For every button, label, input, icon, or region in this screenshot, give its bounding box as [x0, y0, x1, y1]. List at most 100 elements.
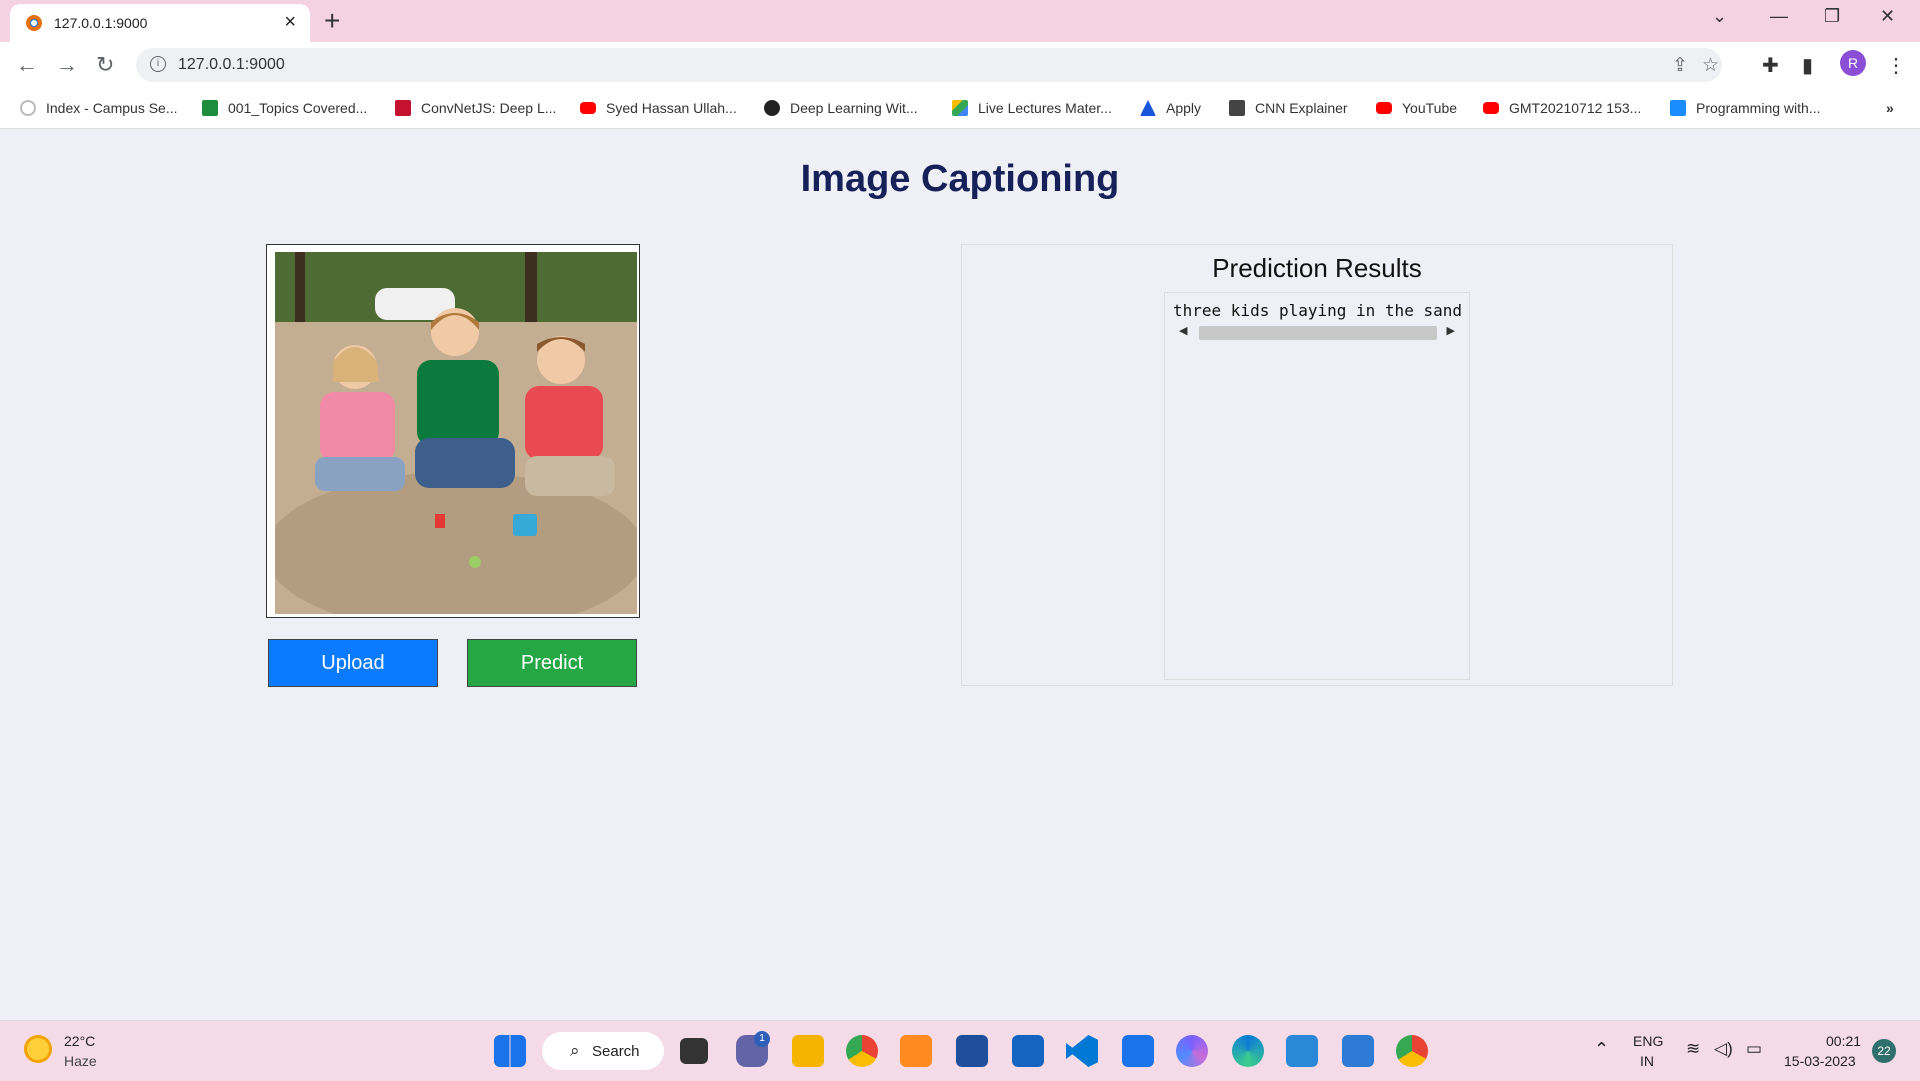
bookmark-item[interactable]: Live Lectures Mater... — [952, 100, 1112, 116]
tab-search-icon[interactable]: ⌄ — [1712, 6, 1727, 27]
window-close-icon[interactable]: ✕ — [1880, 6, 1895, 27]
file-explorer-icon[interactable] — [792, 1035, 824, 1067]
bookmark-item[interactable]: GMT20210712 153... — [1483, 100, 1641, 116]
bookmark-label: CNN Explainer — [1255, 100, 1348, 116]
chat-badge: 1 — [754, 1031, 770, 1047]
tab-close-icon[interactable]: × — [284, 11, 296, 34]
search-label: Search — [592, 1043, 640, 1060]
vscode-icon[interactable] — [1066, 1035, 1098, 1067]
convnet-icon — [395, 100, 411, 116]
campus-icon — [20, 100, 36, 116]
photos-icon[interactable] — [1286, 1035, 1318, 1067]
start-icon[interactable] — [494, 1035, 526, 1067]
weather-temperature[interactable]: 22°C — [64, 1033, 95, 1049]
result-output-box[interactable]: three kids playing in the sand ◀ ▶ — [1164, 292, 1470, 680]
region[interactable]: IN — [1640, 1053, 1654, 1069]
notification-badge[interactable]: 22 — [1872, 1039, 1896, 1063]
youtube-icon — [1376, 102, 1392, 114]
browser-toolbar: ← → ↻ i 127.0.0.1:9000 ⇪ ☆ ✚ ▮ ⋮ — [0, 42, 1920, 90]
results-heading: Prediction Results — [1212, 253, 1422, 283]
bookmark-item[interactable]: 001_Topics Covered... — [202, 100, 367, 116]
bookmark-item[interactable]: ConvNetJS: Deep L... — [395, 100, 556, 116]
more-bookmarks-icon[interactable]: » — [1886, 100, 1894, 116]
bookmark-item[interactable]: Index - Campus Se... — [20, 100, 178, 116]
image-preview — [266, 244, 640, 618]
profile-avatar[interactable]: R — [1840, 50, 1866, 76]
browser-tab[interactable]: 127.0.0.1:9000 × — [10, 4, 310, 42]
new-tab-icon[interactable]: + — [324, 4, 340, 38]
bookmark-label: YouTube — [1402, 100, 1458, 116]
edge-icon[interactable] — [1232, 1035, 1264, 1067]
drive-icon — [952, 100, 968, 116]
clock-date[interactable]: 15-03-2023 — [1784, 1053, 1856, 1069]
bookmark-item[interactable]: Deep Learning Wit... — [764, 100, 918, 116]
bookmark-label: Programming with... — [1696, 100, 1821, 116]
kids-playing-photo-illustration — [275, 252, 637, 614]
copilot-icon[interactable] — [1176, 1035, 1208, 1067]
task-view-icon[interactable] — [680, 1038, 708, 1064]
bookmark-item[interactable]: Programming with... — [1670, 100, 1820, 116]
page-title: Image Captioning — [800, 158, 1120, 200]
forward-icon[interactable]: → — [56, 52, 78, 78]
url-text[interactable]: 127.0.0.1:9000 — [178, 56, 285, 74]
uc-browser-icon[interactable] — [900, 1035, 932, 1067]
tab-strip: 127.0.0.1:9000 × + ⌄ — ❐ ✕ — [0, 0, 1920, 42]
taskbar-search[interactable]: ⌕ Search — [542, 1032, 664, 1070]
horizontal-scrollbar[interactable]: ◀ ▶ — [1171, 323, 1463, 341]
bookmark-label: 001_Topics Covered... — [228, 100, 368, 116]
bookmark-label: GMT20210712 153... — [1509, 100, 1642, 116]
upload-button[interactable]: Upload — [268, 639, 438, 687]
clock-time[interactable]: 00:21 — [1826, 1033, 1861, 1049]
bookmark-label: Index - Campus Se... — [46, 100, 178, 116]
youtube-icon — [580, 102, 596, 114]
site-info-icon[interactable]: i — [150, 56, 166, 72]
search-icon: ⌕ — [570, 1041, 580, 1060]
store-icon[interactable] — [956, 1035, 988, 1067]
address-bar[interactable]: i 127.0.0.1:9000 ⇪ ☆ — [136, 48, 1722, 82]
bookmark-label: Apply — [1166, 100, 1202, 116]
uploaded-photo — [275, 252, 637, 614]
hidden-icons-chevron-icon[interactable]: ⌃ — [1594, 1039, 1609, 1060]
media-player-icon[interactable] — [1012, 1035, 1044, 1067]
restore-icon[interactable]: ❐ — [1824, 6, 1840, 27]
reload-icon[interactable]: ↻ — [96, 52, 114, 78]
menu-icon[interactable]: ⋮ — [1886, 53, 1906, 78]
bookmark-label: Deep Learning Wit... — [790, 100, 918, 116]
scrollbar-thumb[interactable] — [1199, 326, 1437, 340]
extensions-icon[interactable]: ✚ — [1762, 53, 1779, 78]
youtube-icon — [1483, 102, 1499, 114]
back-icon[interactable]: ← — [16, 52, 38, 78]
side-panel-icon[interactable]: ▮ — [1802, 53, 1813, 78]
globe-icon — [764, 100, 780, 116]
chrome-active-icon[interactable] — [1396, 1035, 1428, 1067]
cnn-explainer-icon — [1229, 100, 1245, 116]
share-icon[interactable]: ⇪ — [1672, 54, 1688, 77]
weather-condition[interactable]: Haze — [64, 1053, 97, 1069]
bookmark-item[interactable]: CNN Explainer — [1229, 100, 1348, 116]
chrome-icon[interactable] — [846, 1035, 878, 1067]
bookmark-item[interactable]: YouTube — [1376, 100, 1457, 116]
minimize-icon[interactable]: — — [1770, 6, 1788, 27]
scroll-right-icon[interactable]: ▶ — [1447, 324, 1455, 337]
bookmark-label: ConvNetJS: Deep L... — [421, 100, 557, 116]
bookmark-star-icon[interactable]: ☆ — [1702, 54, 1719, 77]
predict-button[interactable]: Predict — [467, 639, 637, 687]
prediction-results-panel: Prediction Results three kids playing in… — [961, 244, 1673, 686]
mail-icon[interactable] — [1122, 1035, 1154, 1067]
volume-icon[interactable]: ◁) — [1714, 1039, 1733, 1059]
language[interactable]: ENG — [1633, 1033, 1663, 1049]
bookmark-label: Live Lectures Mater... — [978, 100, 1112, 116]
weather-icon[interactable] — [24, 1035, 52, 1063]
battery-icon[interactable]: ▭ — [1746, 1039, 1762, 1059]
notepad-icon[interactable] — [1342, 1035, 1374, 1067]
taskbar: 22°C Haze ⌕ Search 1 ⌃ ENG IN ≋ ◁) ▭ 00:… — [0, 1020, 1920, 1081]
caption-text: three kids playing in the sand — [1173, 301, 1462, 320]
bookmark-label: Syed Hassan Ullah... — [606, 100, 737, 116]
sheets-icon — [202, 100, 218, 116]
scroll-left-icon[interactable]: ◀ — [1179, 324, 1187, 337]
apply-icon — [1140, 100, 1156, 116]
bookmark-item[interactable]: Apply — [1140, 100, 1201, 116]
site-favicon-icon — [26, 15, 42, 31]
wifi-icon[interactable]: ≋ — [1686, 1039, 1700, 1059]
bookmark-item[interactable]: Syed Hassan Ullah... — [580, 100, 737, 116]
